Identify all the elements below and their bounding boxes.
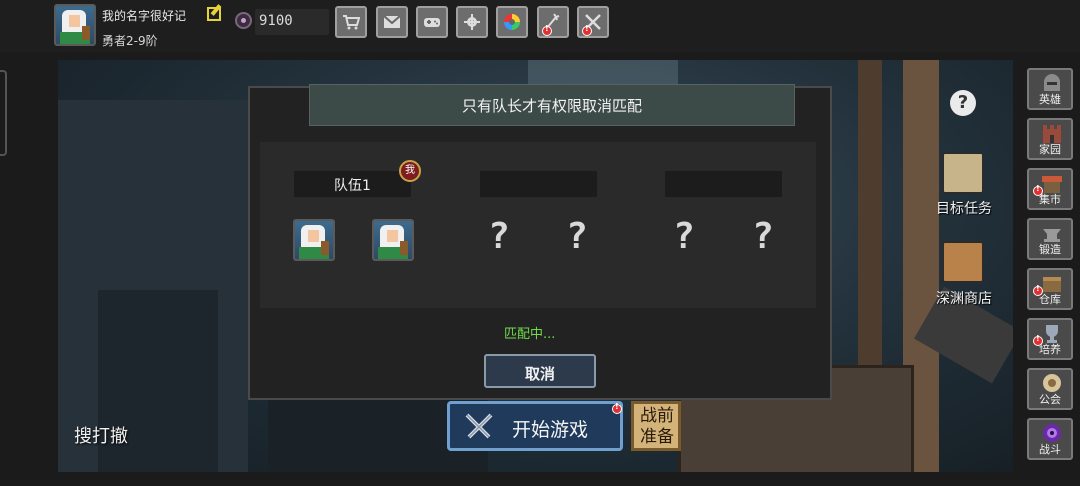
- settings-button[interactable]: [456, 6, 488, 38]
- scroll-map-icon: [942, 152, 984, 194]
- coin-amount: 9100: [259, 13, 293, 29]
- shop-cart-icon: [343, 15, 360, 30]
- market-stall-icon: [1042, 176, 1062, 193]
- gamepad-icon: [424, 18, 440, 27]
- color-wheel-button[interactable]: [496, 6, 528, 38]
- shield-sword-icon: [942, 241, 984, 283]
- side-item-label: 家园: [1039, 143, 1061, 156]
- alert-badge-icon: [582, 24, 592, 36]
- alert-badge-icon: [542, 24, 552, 36]
- cancel-matching-button[interactable]: 取消: [484, 354, 596, 388]
- warehouse-icon: [1043, 277, 1061, 292]
- shop-cart-button[interactable]: [335, 6, 367, 38]
- target-task-label: 目标任务: [936, 201, 992, 217]
- cancel-label: 取消: [524, 365, 555, 383]
- toast-text: 只有队长才有权限取消匹配: [461, 97, 642, 115]
- help-icon[interactable]: ?: [950, 90, 976, 116]
- side-item-forge[interactable]: 锻造: [1027, 218, 1073, 260]
- side-item-label: 英雄: [1039, 93, 1061, 106]
- empty-slot-icon: ?: [673, 216, 695, 257]
- trophy-icon: [1046, 325, 1058, 343]
- team-1-label: 队伍1: [294, 171, 411, 197]
- abyss-shop-label: 深渊商店: [936, 291, 992, 307]
- alert-badge-icon: [612, 402, 622, 414]
- battle-button[interactable]: [577, 6, 609, 38]
- side-item-label: 仓库: [1039, 293, 1061, 306]
- side-item-hero[interactable]: 英雄: [1027, 68, 1073, 110]
- side-item-label: 培养: [1039, 343, 1061, 356]
- player-name: 我的名字很好记: [102, 9, 187, 23]
- team-3-label: [665, 171, 782, 197]
- side-item-home[interactable]: 家园: [1027, 118, 1073, 160]
- extraction-mode-label[interactable]: 搜打撤: [74, 422, 128, 448]
- empty-slot-icon: ?: [752, 216, 774, 257]
- coin-icon: [235, 12, 252, 29]
- edit-name-icon[interactable]: [207, 7, 221, 21]
- team-member-avatar[interactable]: [293, 219, 335, 261]
- side-item-battle[interactable]: 战斗: [1027, 418, 1073, 460]
- anvil-icon: [1043, 229, 1061, 242]
- side-item-label: 战斗: [1039, 443, 1061, 456]
- pre-battle-prep-button[interactable]: 战前准备: [631, 401, 681, 451]
- side-item-label: 集市: [1039, 193, 1061, 206]
- drawer-handle[interactable]: [0, 70, 7, 156]
- start-game-label: 开始游戏: [512, 419, 589, 441]
- helmet-icon: [1044, 74, 1060, 91]
- team-member-avatar[interactable]: [372, 219, 414, 261]
- mail-icon: [383, 15, 401, 28]
- color-wheel-icon: [504, 14, 520, 30]
- toast-message: 只有队长才有权限取消匹配: [309, 84, 795, 126]
- pre-battle-prep-label: 战前准备: [640, 406, 674, 447]
- mail-button[interactable]: [376, 6, 408, 38]
- castle-icon: [1043, 125, 1061, 143]
- teams-panel: [260, 142, 816, 308]
- side-item-train[interactable]: 培养: [1027, 318, 1073, 360]
- side-item-label: 公会: [1039, 393, 1061, 406]
- side-item-guild[interactable]: 公会: [1027, 368, 1073, 410]
- guild-emblem-icon: [1043, 374, 1061, 392]
- crossed-swords-icon: [465, 413, 493, 439]
- settings-gear-icon: [464, 14, 480, 30]
- gamepad-button[interactable]: [416, 6, 448, 38]
- team-2-label: [480, 171, 597, 197]
- player-avatar[interactable]: [54, 4, 96, 46]
- side-item-warehouse[interactable]: 仓库: [1027, 268, 1073, 310]
- matching-status: 匹配中...: [504, 327, 556, 342]
- side-item-label: 锻造: [1039, 243, 1061, 256]
- me-badge: 我: [399, 160, 421, 182]
- empty-slot-icon: ?: [488, 216, 510, 257]
- empty-slot-icon: ?: [566, 216, 588, 257]
- team-1-name: 队伍1: [334, 178, 371, 194]
- firework-button[interactable]: [537, 6, 569, 38]
- side-item-market[interactable]: 集市: [1027, 168, 1073, 210]
- start-game-button[interactable]: 开始游戏: [447, 401, 623, 451]
- player-rank: 勇者2-9阶: [102, 34, 158, 48]
- portal-icon: [1043, 424, 1061, 442]
